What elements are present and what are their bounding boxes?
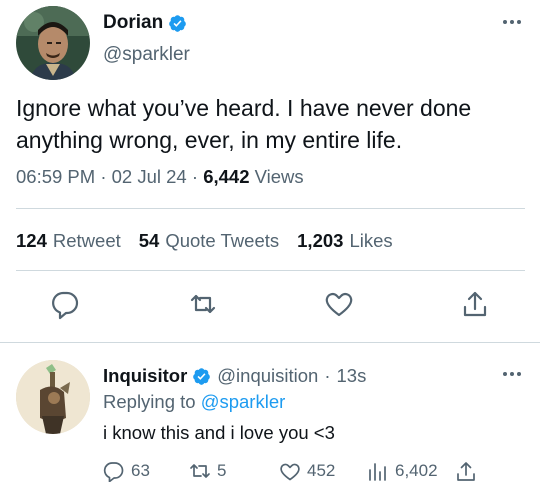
avatar-image [16,6,90,80]
reply-author-handle[interactable]: @inquisition [217,365,318,387]
views-label: Views [254,166,304,187]
reply-reply-button[interactable]: 63 [103,459,150,483]
stat-count: 1,203 [297,230,344,251]
views-icon [369,463,386,481]
share-icon[interactable] [460,288,490,320]
tweet-actions [0,288,540,324]
views-count: 6,402 [395,461,438,480]
stat-label: Quote Tweets [165,230,280,251]
replying-mention-link[interactable]: @sparkler [201,391,286,412]
author-name[interactable]: Dorian [103,12,163,34]
author-name-row: Dorian [103,12,187,34]
replying-to: Replying to @sparkler [103,391,285,413]
separator: · [100,166,107,187]
reply-share-button[interactable] [455,459,477,483]
tweet-text: Ignore what you’ve heard. I have never d… [16,95,472,153]
stat-label: Retweet [52,230,121,251]
more-options-icon[interactable] [500,366,524,382]
engagement-stats: 124 Retweet 54 Quote Tweets 1,203 Likes [16,230,393,252]
reply-count: 63 [131,461,150,480]
divider [16,208,525,209]
divider [16,270,525,271]
stat-count: 124 [16,230,47,251]
heart-icon[interactable] [324,288,354,320]
verified-badge-icon [192,367,211,386]
retweet-icon [190,464,210,478]
author-handle[interactable]: @sparkler [103,44,190,66]
avatar-image [16,360,90,434]
views-count: 6,442 [203,166,250,187]
retweet-count: 5 [217,461,227,480]
reply-time[interactable]: 13s [337,365,367,387]
retweet-icon[interactable] [188,288,218,320]
reply-author-avatar[interactable] [16,360,90,434]
stat-label: Likes [349,230,393,251]
reply-header: Inquisitor @inquisition · 13s [103,365,366,387]
separator: · [324,365,331,386]
divider [0,342,540,343]
reply-like-button[interactable]: 452 [279,459,335,483]
reply-icon [103,462,124,482]
verified-badge-icon [168,14,187,33]
like-count: 452 [307,461,336,480]
reply-actions: 63 5 452 6,402 [103,459,483,483]
reply-views-button[interactable]: 6,402 [367,459,438,483]
stat-likes[interactable]: 1,203 Likes [297,230,393,252]
separator: · [191,166,199,187]
tweet-date[interactable]: 02 Jul 24 [112,166,187,187]
stat-retweets[interactable]: 124 Retweet [16,230,121,252]
tweet-time[interactable]: 06:59 PM [16,166,95,187]
share-icon [457,462,475,481]
more-options-icon[interactable] [500,14,524,30]
reply-retweet-button[interactable]: 5 [189,459,226,483]
stat-quote-tweets[interactable]: 54 Quote Tweets [139,230,279,252]
stat-count: 54 [138,230,160,251]
reply-icon[interactable] [50,288,80,320]
heart-icon [280,463,300,481]
replying-prefix: Replying to [103,391,196,412]
reply-text: i know this and i love you <3 [103,422,335,443]
author-avatar[interactable] [16,6,90,80]
reply-author-name[interactable]: Inquisitor [103,365,187,387]
tweet-metadata: 06:59 PM · 02 Jul 24 · 6,442 Views [16,166,304,188]
